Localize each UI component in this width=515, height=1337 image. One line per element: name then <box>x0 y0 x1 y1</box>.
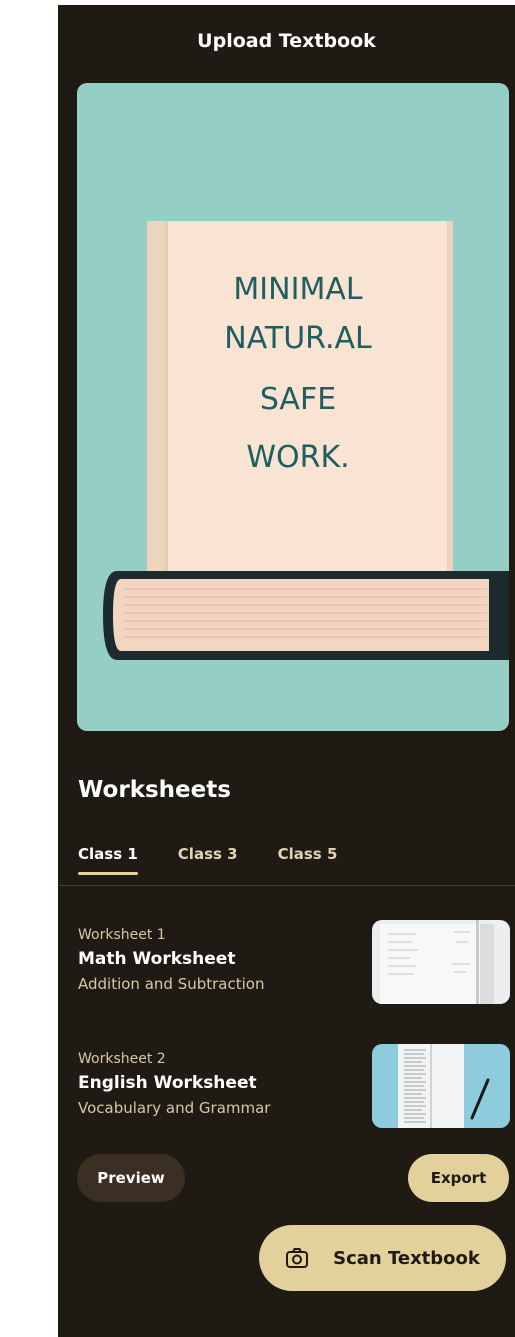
scan-textbook-button[interactable]: Scan Textbook <box>259 1225 506 1291</box>
cover-line-1: MINIMAL <box>233 272 362 307</box>
scan-textbook-label: Scan Textbook <box>333 1247 480 1269</box>
cover-line-4: WORK. <box>246 440 349 475</box>
tab-class-5[interactable]: Class 5 <box>278 845 338 875</box>
worksheet-item-english[interactable]: Worksheet 2 English Worksheet Vocabulary… <box>78 1044 510 1141</box>
class-tabs: Class 1 Class 3 Class 5 <box>78 845 377 875</box>
page-title: Upload Textbook <box>197 30 376 52</box>
cover-line-3: SAFE <box>260 382 336 417</box>
camera-icon <box>286 1248 309 1268</box>
notebook-pen-icon <box>372 1044 510 1128</box>
export-button[interactable]: Export <box>408 1154 509 1202</box>
math-sheet-icon <box>372 920 510 1004</box>
worksheets-heading: Worksheets <box>78 777 231 803</box>
tabs-divider <box>58 885 515 886</box>
tab-class-1[interactable]: Class 1 <box>78 845 138 875</box>
preview-button[interactable]: Preview <box>77 1154 185 1202</box>
cover-line-2: NATUR.AL <box>224 321 372 356</box>
worksheet-item-math[interactable]: Worksheet 1 Math Worksheet Addition and … <box>78 920 510 1017</box>
app-screen: Upload Textbook MINIMAL NATUR.AL SAFE WO… <box>58 5 515 1337</box>
tab-class-3[interactable]: Class 3 <box>178 845 238 875</box>
textbook-image[interactable]: MINIMAL NATUR.AL SAFE WORK. <box>77 83 509 731</box>
book-illustration: MINIMAL NATUR.AL SAFE WORK. <box>103 221 509 660</box>
